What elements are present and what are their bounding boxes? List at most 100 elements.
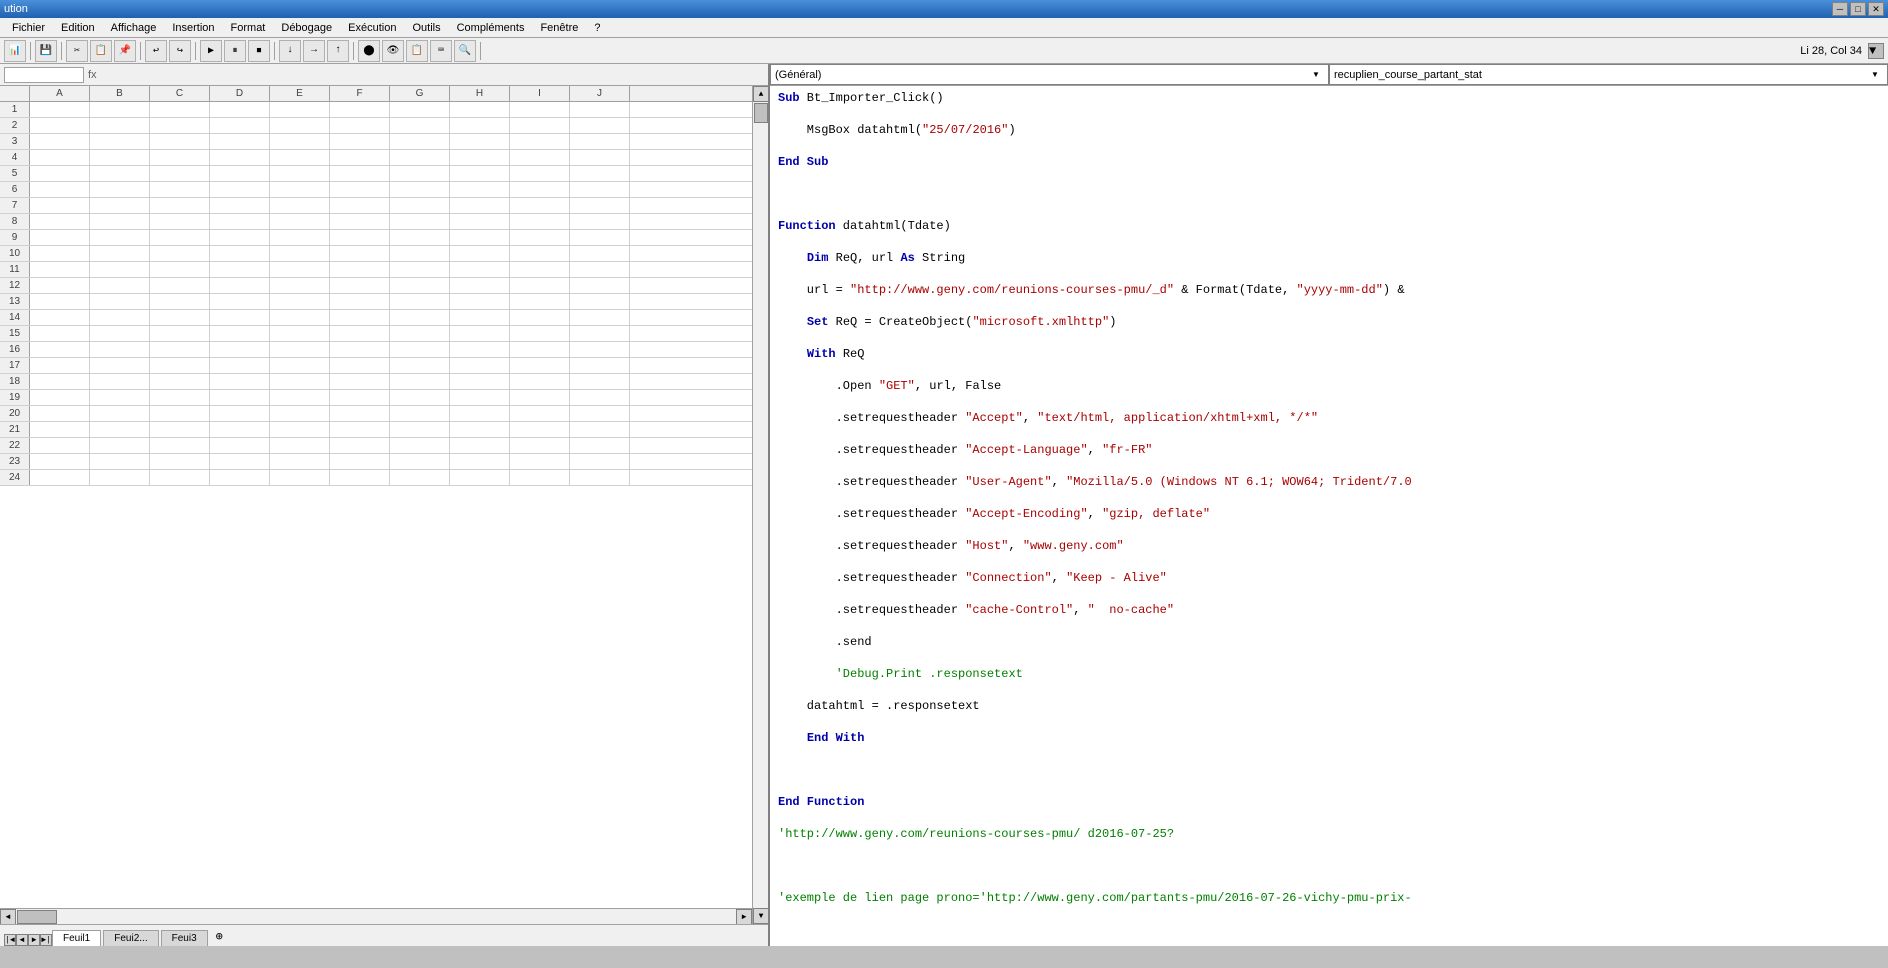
cell-19-I[interactable] <box>510 390 570 405</box>
cell-1-E[interactable] <box>270 102 330 117</box>
cell-12-G[interactable] <box>390 278 450 293</box>
cell-5-H[interactable] <box>450 166 510 181</box>
cell-9-C[interactable] <box>150 230 210 245</box>
toolbar-step-out[interactable]: ↑ <box>327 40 349 62</box>
toolbar-stop[interactable]: ⏹ <box>248 40 270 62</box>
cell-8-D[interactable] <box>210 214 270 229</box>
cell-20-E[interactable] <box>270 406 330 421</box>
cell-4-H[interactable] <box>450 150 510 165</box>
cell-23-F[interactable] <box>330 454 390 469</box>
toolbar-undo[interactable]: ↩ <box>145 40 167 62</box>
cell-12-E[interactable] <box>270 278 330 293</box>
cell-6-H[interactable] <box>450 182 510 197</box>
menu-execution[interactable]: Exécution <box>340 20 404 36</box>
cell-18-D[interactable] <box>210 374 270 389</box>
cell-21-A[interactable] <box>30 422 90 437</box>
cell-3-H[interactable] <box>450 134 510 149</box>
vscroll-track[interactable] <box>753 102 768 908</box>
cell-23-E[interactable] <box>270 454 330 469</box>
cell-7-A[interactable] <box>30 198 90 213</box>
cell-14-F[interactable] <box>330 310 390 325</box>
cell-22-B[interactable] <box>90 438 150 453</box>
cell-15-J[interactable] <box>570 326 630 341</box>
cell-19-E[interactable] <box>270 390 330 405</box>
cell-1-B[interactable] <box>90 102 150 117</box>
tab-scroll-prev[interactable]: ◄ <box>16 934 28 946</box>
cell-16-I[interactable] <box>510 342 570 357</box>
close-button[interactable]: ✕ <box>1868 2 1884 16</box>
cell-2-G[interactable] <box>390 118 450 133</box>
cell-11-F[interactable] <box>330 262 390 277</box>
cell-15-H[interactable] <box>450 326 510 341</box>
cell-1-F[interactable] <box>330 102 390 117</box>
cell-13-C[interactable] <box>150 294 210 309</box>
cell-10-H[interactable] <box>450 246 510 261</box>
minimize-button[interactable]: ─ <box>1832 2 1848 16</box>
cell-19-G[interactable] <box>390 390 450 405</box>
vscroll-thumb[interactable] <box>754 103 768 123</box>
tab-scroll-last[interactable]: ►| <box>40 934 52 946</box>
cell-12-J[interactable] <box>570 278 630 293</box>
cell-24-J[interactable] <box>570 470 630 485</box>
toolbar-locals[interactable]: 📋 <box>406 40 428 62</box>
cell-10-C[interactable] <box>150 246 210 261</box>
cell-23-H[interactable] <box>450 454 510 469</box>
cell-10-D[interactable] <box>210 246 270 261</box>
cell-24-A[interactable] <box>30 470 90 485</box>
toolbar-watch[interactable]: 👁 <box>382 40 404 62</box>
toolbar-step-over[interactable]: → <box>303 40 325 62</box>
restore-button[interactable]: □ <box>1850 2 1866 16</box>
cell-21-G[interactable] <box>390 422 450 437</box>
toolbar-dropdown-btn[interactable]: ▼ <box>1868 43 1884 59</box>
cell-1-H[interactable] <box>450 102 510 117</box>
cell-19-F[interactable] <box>330 390 390 405</box>
cell-9-I[interactable] <box>510 230 570 245</box>
cell-21-F[interactable] <box>330 422 390 437</box>
vba-dropdown-right[interactable]: recuplien_course_partant_stat ▼ <box>1329 64 1888 85</box>
cell-14-E[interactable] <box>270 310 330 325</box>
cell-3-J[interactable] <box>570 134 630 149</box>
cell-12-C[interactable] <box>150 278 210 293</box>
cell-7-B[interactable] <box>90 198 150 213</box>
cell-24-E[interactable] <box>270 470 330 485</box>
cell-5-G[interactable] <box>390 166 450 181</box>
menu-outils[interactable]: Outils <box>404 20 448 36</box>
cell-22-G[interactable] <box>390 438 450 453</box>
vba-dropdown-left[interactable]: (Général) ▼ <box>770 64 1329 85</box>
cell-20-H[interactable] <box>450 406 510 421</box>
hscroll-right[interactable]: ► <box>736 909 752 924</box>
sheet-tab-feuil3[interactable]: Feui3 <box>161 930 208 946</box>
cell-14-C[interactable] <box>150 310 210 325</box>
cell-15-E[interactable] <box>270 326 330 341</box>
menu-affichage[interactable]: Affichage <box>103 20 165 36</box>
cell-8-E[interactable] <box>270 214 330 229</box>
hscrollbar[interactable]: ◄ ► <box>0 908 752 924</box>
cell-18-F[interactable] <box>330 374 390 389</box>
cell-1-G[interactable] <box>390 102 450 117</box>
cell-7-E[interactable] <box>270 198 330 213</box>
cell-6-E[interactable] <box>270 182 330 197</box>
cell-9-D[interactable] <box>210 230 270 245</box>
cell-18-A[interactable] <box>30 374 90 389</box>
cell-12-F[interactable] <box>330 278 390 293</box>
cell-24-H[interactable] <box>450 470 510 485</box>
cell-19-J[interactable] <box>570 390 630 405</box>
cell-23-I[interactable] <box>510 454 570 469</box>
vscrollbar[interactable]: ▲ ▼ <box>752 86 768 924</box>
cell-13-F[interactable] <box>330 294 390 309</box>
toolbar-immediate[interactable]: ⌨ <box>430 40 452 62</box>
cell-2-H[interactable] <box>450 118 510 133</box>
cell-1-I[interactable] <box>510 102 570 117</box>
cell-17-H[interactable] <box>450 358 510 373</box>
cell-17-A[interactable] <box>30 358 90 373</box>
tab-scroll-first[interactable]: |◄ <box>4 934 16 946</box>
cell-19-D[interactable] <box>210 390 270 405</box>
cell-15-G[interactable] <box>390 326 450 341</box>
cell-21-D[interactable] <box>210 422 270 437</box>
cell-4-F[interactable] <box>330 150 390 165</box>
cell-24-I[interactable] <box>510 470 570 485</box>
cell-18-G[interactable] <box>390 374 450 389</box>
cell-11-E[interactable] <box>270 262 330 277</box>
sheet-tab-feuil1[interactable]: Feuil1 <box>52 930 101 946</box>
cell-9-F[interactable] <box>330 230 390 245</box>
